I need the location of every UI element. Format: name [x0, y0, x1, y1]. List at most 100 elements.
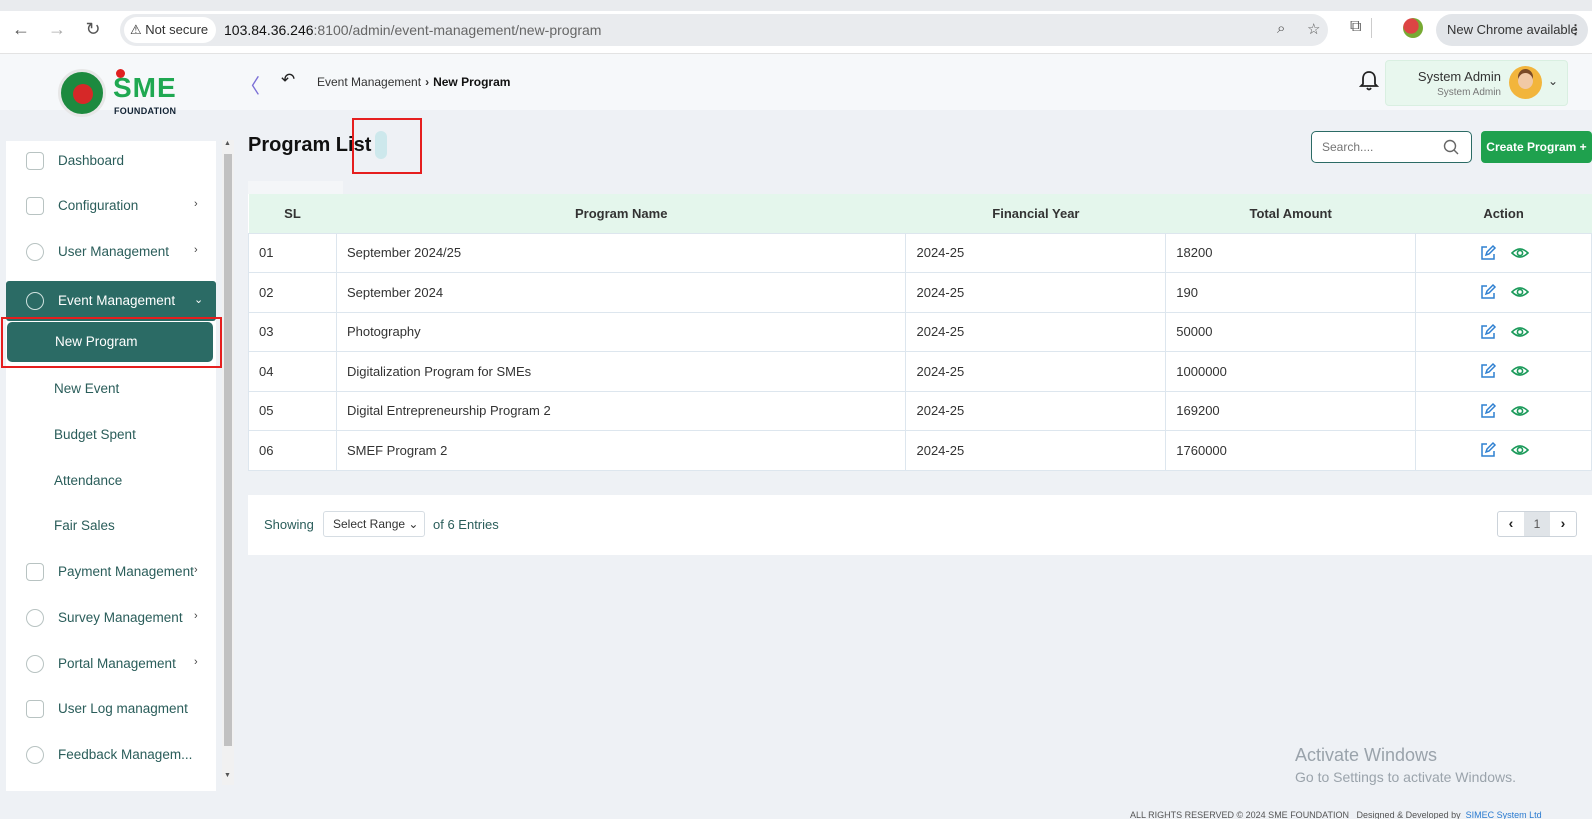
- profile-avatar-icon[interactable]: [1403, 18, 1423, 38]
- portal-icon: [26, 655, 44, 673]
- chevron-down-icon: ⌄: [194, 294, 204, 306]
- cell-total-amount: 50000: [1165, 311, 1417, 352]
- logo-mark: SME: [113, 72, 177, 103]
- sidebar-subitem-attendance[interactable]: Attendance: [6, 461, 216, 501]
- sidebar-item-user-log[interactable]: User Log managment: [6, 689, 216, 729]
- sidebar-subitem-label: Fair Sales: [54, 518, 115, 533]
- sidebar-subitem-new-event[interactable]: New Event: [6, 369, 216, 409]
- extensions-icon[interactable]: ⧉: [1350, 18, 1361, 36]
- sidebar-subitem-fair-sales[interactable]: Fair Sales: [6, 506, 216, 546]
- view-eye-icon[interactable]: [1510, 323, 1529, 341]
- address-bar[interactable]: ⚠ Not secure 103.84.36.246:8100/admin/ev…: [120, 14, 1328, 46]
- sidebar-item-event-management[interactable]: Event Management ⌄: [6, 281, 216, 321]
- sidebar-subitem-budget-spent[interactable]: Budget Spent: [6, 415, 216, 455]
- sidebar-item-payment-management[interactable]: Payment Management ›: [6, 552, 216, 592]
- sidebar-item-survey-management[interactable]: Survey Management ›: [6, 598, 216, 638]
- sidebar-item-feedback-management[interactable]: Feedback Managem...: [6, 735, 216, 775]
- user-name: System Admin: [1417, 69, 1501, 84]
- browser-chrome: ← → ↻ ⚠ Not secure 103.84.36.246:8100/ad…: [0, 0, 1592, 54]
- page-number[interactable]: 1: [1524, 512, 1550, 536]
- forward-arrow-icon[interactable]: →: [46, 19, 68, 40]
- table-row: 03 Photography 2024-25 50000: [248, 311, 1592, 352]
- survey-pie-icon: [26, 609, 44, 627]
- activate-windows-subtitle: Go to Settings to activate Windows.: [1295, 769, 1516, 785]
- back-icon[interactable]: ↶: [281, 70, 295, 90]
- sidebar-item-configuration[interactable]: Configuration ›: [6, 186, 216, 226]
- url-text[interactable]: 103.84.36.246:8100/admin/event-managemen…: [224, 22, 601, 38]
- program-table: SL Program Name Financial Year Total Amo…: [248, 194, 1592, 471]
- user-log-icon: [26, 700, 44, 718]
- sidebar-subitem-label: New Event: [54, 381, 120, 396]
- sidebar-scrollbar[interactable]: ▲ ▼: [222, 140, 234, 785]
- tab-strip: [0, 0, 1592, 11]
- sidebar-item-user-management[interactable]: User Management ›: [6, 232, 216, 272]
- edit-icon[interactable]: [1479, 323, 1497, 341]
- search-input[interactable]: [1322, 138, 1432, 156]
- column-header-action: Action: [1415, 194, 1592, 233]
- column-header-program-name: Program Name: [336, 194, 906, 233]
- cell-sl: 05: [248, 390, 337, 431]
- edit-icon[interactable]: [1479, 283, 1497, 301]
- table-row: 06 SMEF Program 2 2024-25 1760000: [248, 430, 1592, 471]
- chevron-right-icon: ›: [194, 198, 198, 210]
- reload-icon[interactable]: ↻: [82, 19, 104, 40]
- sidebar-item-dashboard[interactable]: Dashboard: [6, 141, 216, 181]
- chevron-left-icon[interactable]: ‹: [1498, 515, 1524, 531]
- cell-action: [1415, 390, 1592, 431]
- cell-financial-year: 2024-25: [905, 272, 1167, 313]
- range-select[interactable]: Select Range ⌄: [323, 511, 425, 537]
- cell-action: [1415, 232, 1592, 273]
- search-icon[interactable]: [1443, 139, 1459, 155]
- cell-sl: 06: [248, 430, 337, 471]
- scroll-down-icon[interactable]: ▼: [224, 772, 231, 779]
- view-eye-icon[interactable]: [1510, 441, 1529, 459]
- cell-action: [1415, 351, 1592, 392]
- scrollbar-thumb[interactable]: [224, 154, 232, 746]
- chevron-right-icon: ›: [194, 610, 198, 622]
- edit-icon[interactable]: [1479, 402, 1497, 420]
- breadcrumb-chevron-icon: ›: [425, 75, 430, 89]
- breadcrumb-current: New Program: [433, 75, 511, 89]
- cell-sl: 01: [248, 232, 337, 273]
- back-arrow-icon[interactable]: ←: [10, 19, 32, 40]
- edit-icon[interactable]: [1479, 244, 1497, 262]
- kebab-menu-icon[interactable]: ⋮: [1569, 14, 1582, 46]
- breadcrumb-parent[interactable]: Event Management: [317, 75, 421, 89]
- payment-icon: [26, 563, 44, 581]
- cell-program-name: SMEF Program 2: [335, 430, 907, 471]
- notification-bell-icon[interactable]: [1359, 70, 1379, 92]
- cell-program-name: September 2024/25: [335, 232, 907, 273]
- zoom-icon[interactable]: ⌕: [1277, 20, 1285, 37]
- new-chrome-button[interactable]: New Chrome available ⋮: [1436, 14, 1588, 46]
- cell-total-amount: 1000000: [1165, 351, 1417, 392]
- scroll-up-icon[interactable]: ▲: [224, 140, 231, 147]
- sidebar-collapse-icon[interactable]: 〈: [240, 70, 260, 99]
- annotation-highlight-box: [352, 118, 422, 174]
- view-eye-icon[interactable]: [1510, 402, 1529, 420]
- developer-link[interactable]: SIMEC System Ltd: [1466, 810, 1542, 819]
- security-chip[interactable]: ⚠ Not secure: [124, 17, 217, 43]
- toolbar-separator: [1371, 18, 1372, 38]
- create-program-button[interactable]: Create Program +: [1481, 131, 1592, 163]
- table-row: 04 Digitalization Program for SMEs 2024-25…: [248, 351, 1592, 392]
- cell-financial-year: 2024-25: [905, 390, 1167, 431]
- bookmark-star-icon[interactable]: ☆: [1307, 20, 1320, 38]
- chevron-right-icon[interactable]: ›: [1550, 515, 1576, 531]
- sidebar-item-label: Configuration: [58, 198, 139, 213]
- view-eye-icon[interactable]: [1510, 283, 1529, 301]
- sidebar-item-portal-management[interactable]: Portal Management ›: [6, 644, 216, 684]
- sidebar-subitem-label: Attendance: [54, 473, 123, 488]
- chevron-down-icon[interactable]: ⌄: [1548, 74, 1558, 88]
- view-eye-icon[interactable]: [1510, 362, 1529, 380]
- cell-program-name: Photography: [335, 311, 907, 352]
- security-label: Not secure: [145, 22, 209, 37]
- user-profile-menu[interactable]: System Admin System Admin ⌄: [1385, 60, 1568, 106]
- edit-icon[interactable]: [1479, 362, 1497, 380]
- table-header-row: SL Program Name Financial Year Total Amo…: [248, 194, 1592, 233]
- sme-foundation-logo[interactable]: SME FOUNDATION: [58, 69, 180, 119]
- sidebar-item-label: Feedback Managem...: [58, 747, 193, 762]
- edit-icon[interactable]: [1479, 441, 1497, 459]
- view-eye-icon[interactable]: [1510, 244, 1529, 262]
- annotation-highlight-box: [1, 317, 222, 368]
- search-field[interactable]: [1311, 131, 1472, 163]
